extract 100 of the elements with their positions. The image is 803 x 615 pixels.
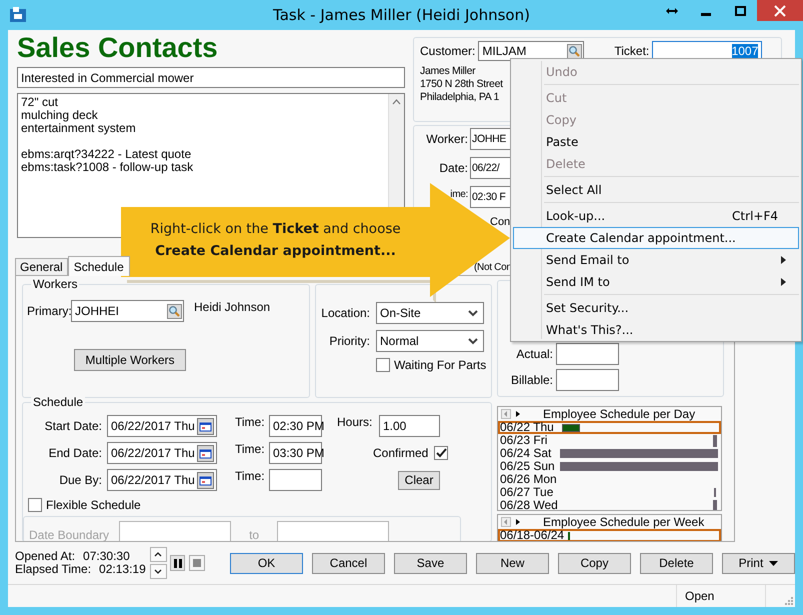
actual-hours-field[interactable] (556, 343, 619, 365)
time-field[interactable] (269, 469, 322, 491)
callout-text: Create Calendar appointment... (155, 242, 396, 261)
address-line: James Miller (420, 65, 476, 78)
chevron-down-icon (154, 569, 162, 574)
clear-button[interactable]: Clear (398, 470, 440, 490)
field-label: Elapsed Time: (15, 563, 92, 576)
subject-field[interactable]: Interested in Commercial mower (17, 67, 405, 88)
customer-field[interactable]: MILJAM (478, 41, 584, 61)
field-label: Time: (235, 415, 265, 429)
maximize-icon[interactable] (734, 6, 746, 16)
date-field[interactable]: 06/22/2017 Thu (107, 469, 217, 491)
date-field[interactable]: 06/22/ (470, 157, 510, 179)
search-icon[interactable] (167, 304, 182, 318)
date-field[interactable]: 06/22/2017 Thu (107, 442, 217, 464)
menu-item[interactable]: Select All (513, 179, 799, 201)
notes-line: entertainment system (21, 122, 137, 135)
worker-field[interactable]: JOHHE (470, 128, 510, 150)
chevron-up-icon (154, 552, 162, 558)
calendar-icon[interactable] (197, 472, 214, 488)
field-label: Time: (235, 442, 265, 456)
submenu-arrow-icon (781, 256, 786, 264)
field-label: Due By: (58, 473, 102, 487)
day-row[interactable]: 06/27 Tue (498, 486, 721, 499)
checkbox[interactable] (434, 446, 448, 460)
priority-dropdown[interactable]: Normal (376, 330, 484, 352)
menu-item[interactable]: Set Security... (513, 297, 799, 319)
menu-item[interactable]: Look-up... Ctrl+F4 (513, 205, 799, 227)
pause-button[interactable] (170, 555, 186, 572)
menu-item[interactable]: Send IM to (513, 271, 799, 293)
primary-worker-field[interactable]: JOHHEI (71, 300, 184, 322)
menu-item[interactable]: What's This?... (513, 319, 799, 341)
week-row[interactable]: 06/18-06/24 (498, 529, 721, 541)
field-label: Actual: (515, 347, 553, 361)
checkbox-label: Confirmed (373, 446, 428, 460)
time-field[interactable]: 02:30 F (470, 186, 510, 208)
field-label: Worker: (426, 132, 468, 146)
dialog-button[interactable]: Copy (558, 552, 631, 574)
notes-line: ebms:arqt?34222 - Latest quote (21, 148, 192, 161)
field-label: ime: (450, 189, 468, 200)
hours-field[interactable]: 1.00 (379, 415, 440, 437)
caret-icon (769, 560, 778, 566)
spin-down-button[interactable] (150, 564, 167, 580)
scroll-up-icon[interactable] (392, 99, 401, 105)
calendar-icon[interactable] (197, 418, 214, 434)
dialog-button[interactable]: Delete (640, 552, 713, 574)
tab[interactable]: Schedule (68, 256, 130, 276)
time-field[interactable]: 03:30 PM (269, 442, 322, 464)
day-row[interactable]: 06/24 Sat (498, 447, 721, 460)
field-label: End Date: (48, 446, 102, 460)
dialog-button[interactable]: New (476, 552, 549, 574)
field-label: Primary: (27, 304, 71, 318)
spin-up-button[interactable] (150, 547, 167, 562)
checkbox-label: Flexible Schedule (46, 498, 141, 512)
tab[interactable]: General (15, 258, 68, 275)
form-heading: Sales Contacts (17, 33, 219, 63)
field-label: Time: (235, 469, 265, 483)
field-label: to (249, 528, 260, 542)
dropdown-icon (468, 310, 478, 316)
day-row[interactable]: 06/22 Thu (498, 421, 721, 434)
checkbox-label: Con (490, 216, 510, 228)
dialog-button[interactable]: Print (722, 552, 795, 574)
dialog-button[interactable]: Save (394, 552, 467, 574)
day-row[interactable]: 06/25 Sun (498, 460, 721, 473)
checkbox[interactable] (376, 358, 390, 372)
date-field[interactable]: 06/22/2017 Thu (107, 415, 217, 437)
menu-item[interactable]: Send Email to (513, 249, 799, 271)
dialog-button[interactable]: Cancel (312, 552, 385, 574)
location-dropdown[interactable]: On-Site (376, 302, 484, 324)
day-row[interactable]: 06/23 Fri (498, 434, 721, 447)
field-label: Opened At: (15, 550, 76, 564)
search-icon[interactable] (567, 44, 582, 58)
opened-time: 07:30:30 (83, 550, 130, 564)
field-label: Customer: (420, 44, 476, 58)
pause-icon (174, 558, 182, 568)
notes-line: ebms:task?1008 - follow-up task (21, 161, 194, 174)
time-field[interactable]: 02:30 PM (269, 415, 322, 437)
checkbox[interactable] (28, 498, 42, 512)
calendar-icon[interactable] (197, 444, 214, 462)
menu-item[interactable]: Paste (513, 131, 799, 153)
close-button[interactable] (757, 0, 803, 21)
list-title: Employee Schedule per Week (543, 516, 704, 529)
field-label: Billable: (510, 373, 553, 387)
field-label: Priority: (329, 334, 370, 348)
menu-item[interactable]: Create Calendar appointment... (513, 227, 799, 249)
group-title: Schedule (31, 395, 86, 409)
field-label: Date: (439, 161, 468, 175)
address-line: 1750 N 28th Street (420, 78, 503, 91)
day-row[interactable]: 06/28 Wed (498, 499, 721, 510)
resize-grip-icon[interactable] (783, 595, 793, 605)
resize-arrows-icon[interactable] (666, 6, 678, 14)
group-title: Workers (31, 277, 80, 291)
list-title: Employee Schedule per Day (543, 408, 696, 420)
day-row[interactable]: 06/26 Mon (498, 473, 721, 486)
dialog-button[interactable]: OK (230, 552, 303, 574)
multiple-workers-button[interactable]: Multiple Workers (74, 349, 186, 371)
next-icon[interactable] (514, 517, 522, 528)
billable-hours-field[interactable] (556, 369, 619, 391)
status-text: Open (676, 585, 766, 607)
next-icon[interactable] (514, 409, 522, 419)
